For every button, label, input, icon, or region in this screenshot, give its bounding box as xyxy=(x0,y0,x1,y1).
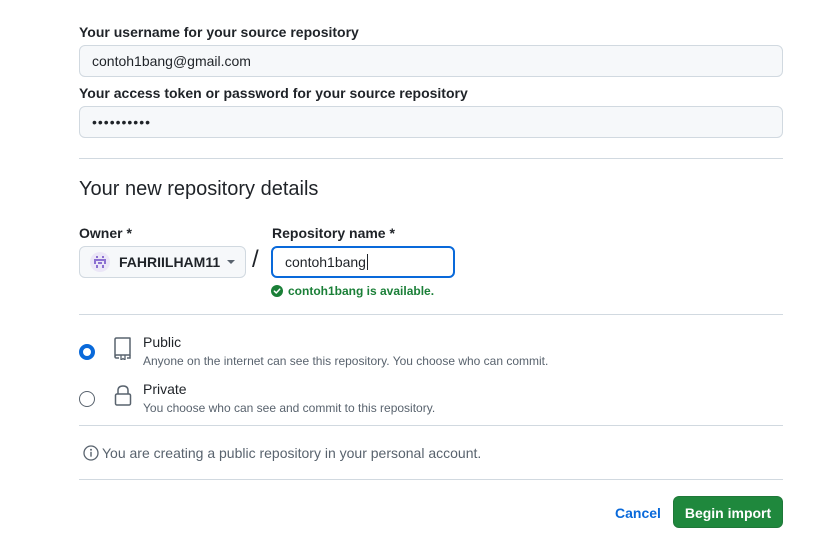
availability-text: contoh1bang is available. xyxy=(288,284,435,298)
username-field[interactable]: contoh1bang@gmail.com xyxy=(79,45,783,77)
token-value: •••••••••• xyxy=(92,114,152,130)
lock-icon xyxy=(114,385,132,406)
cancel-button[interactable]: Cancel xyxy=(605,497,671,529)
public-radio[interactable] xyxy=(79,344,95,360)
repo-icon xyxy=(114,337,131,360)
private-description: You choose who can see and commit to thi… xyxy=(143,401,436,415)
section-divider xyxy=(79,158,783,159)
section-divider xyxy=(79,314,783,315)
repo-name-input[interactable]: contoh1bang xyxy=(271,246,455,278)
private-title: Private xyxy=(143,381,187,397)
username-value: contoh1bang@gmail.com xyxy=(92,53,251,69)
chevron-down-icon xyxy=(227,260,235,264)
section-divider xyxy=(79,479,783,480)
owner-dropdown[interactable]: FAHRIILHAM11 xyxy=(79,246,246,278)
public-title: Public xyxy=(143,334,182,350)
visibility-option-private[interactable]: Private You choose who can see and commi… xyxy=(79,381,679,421)
visibility-option-public[interactable]: Public Anyone on the internet can see th… xyxy=(79,334,679,374)
token-label: Your access token or password for your s… xyxy=(79,85,468,101)
section-divider xyxy=(79,425,783,426)
text-cursor xyxy=(366,254,368,270)
repo-name-label: Repository name * xyxy=(272,225,395,241)
info-icon xyxy=(83,445,99,461)
private-radio[interactable] xyxy=(79,391,95,407)
check-circle-icon xyxy=(271,285,283,297)
section-title: Your new repository details xyxy=(79,178,319,200)
import-repository-form: Your username for your source repository… xyxy=(0,0,827,560)
info-text: You are creating a public repository in … xyxy=(102,445,482,461)
token-field[interactable]: •••••••••• xyxy=(79,106,783,138)
public-description: Anyone on the internet can see this repo… xyxy=(143,354,549,368)
info-note: You are creating a public repository in … xyxy=(83,445,481,461)
owner-repo-separator: / xyxy=(252,246,259,273)
repo-name-value: contoh1bang xyxy=(285,254,366,270)
username-label: Your username for your source repository xyxy=(79,24,359,40)
begin-import-button[interactable]: Begin import xyxy=(673,496,783,528)
avatar xyxy=(90,252,110,272)
owner-label: Owner * xyxy=(79,225,132,241)
availability-message: contoh1bang is available. xyxy=(271,284,434,298)
owner-name: FAHRIILHAM11 xyxy=(119,254,221,270)
